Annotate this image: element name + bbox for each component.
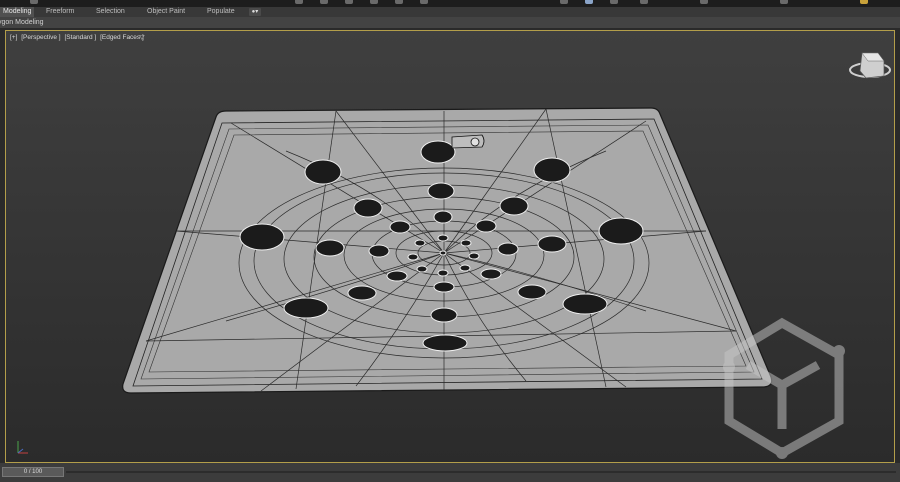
hole bbox=[315, 239, 345, 257]
viewcube-icon[interactable] bbox=[849, 52, 891, 79]
hole bbox=[468, 252, 480, 260]
toolbar-button[interactable] bbox=[295, 0, 303, 4]
toolbar-button[interactable] bbox=[585, 0, 593, 4]
hole bbox=[433, 210, 453, 224]
ribbon-subpanel: ygon Modeling bbox=[0, 17, 900, 28]
toolbar-button[interactable] bbox=[30, 0, 38, 4]
hole bbox=[414, 239, 426, 247]
tab-freeform[interactable]: Freeform bbox=[46, 7, 74, 17]
ribbon-tabs: Modeling Freeform Selection Object Paint… bbox=[0, 7, 900, 17]
toolbar-button[interactable] bbox=[700, 0, 708, 4]
hole bbox=[353, 198, 383, 218]
hole bbox=[533, 157, 571, 183]
hole bbox=[283, 297, 329, 319]
toolbar-button[interactable] bbox=[640, 0, 648, 4]
timeline-bar: 0 / 100 bbox=[0, 463, 900, 482]
toolbar-button[interactable] bbox=[860, 0, 868, 4]
hole bbox=[407, 253, 419, 261]
hole bbox=[499, 196, 529, 216]
tab-populate[interactable]: Populate bbox=[207, 7, 235, 17]
hole bbox=[304, 159, 342, 185]
hole bbox=[430, 307, 458, 323]
hole bbox=[497, 242, 519, 256]
toolbar-button[interactable] bbox=[395, 0, 403, 4]
hole bbox=[427, 182, 455, 200]
hole bbox=[437, 234, 449, 242]
hole bbox=[537, 235, 567, 253]
timeline-track[interactable] bbox=[66, 471, 896, 473]
hole bbox=[439, 250, 447, 256]
hole bbox=[460, 239, 472, 247]
top-toolbar bbox=[0, 0, 900, 7]
hole bbox=[416, 265, 428, 273]
toolbar-button[interactable] bbox=[320, 0, 328, 4]
hole bbox=[459, 264, 471, 272]
toolbar-button[interactable] bbox=[780, 0, 788, 4]
subpanel-label[interactable]: ygon Modeling bbox=[0, 17, 44, 28]
hole bbox=[475, 219, 497, 233]
hole bbox=[433, 281, 455, 293]
hole bbox=[368, 244, 390, 258]
hole bbox=[386, 270, 408, 282]
toolbar-button[interactable] bbox=[370, 0, 378, 4]
toolbar-button[interactable] bbox=[560, 0, 568, 4]
ribbon-options-icon[interactable]: ●▾ bbox=[249, 8, 261, 16]
hole bbox=[517, 284, 547, 300]
watermark-logo-icon bbox=[723, 317, 845, 459]
tab-modeling[interactable]: Modeling bbox=[0, 7, 35, 17]
toolbar-button[interactable] bbox=[420, 0, 428, 4]
time-slider[interactable]: 0 / 100 bbox=[2, 467, 64, 477]
toolbar-button[interactable] bbox=[345, 0, 353, 4]
toolbar-button[interactable] bbox=[610, 0, 618, 4]
hole bbox=[562, 293, 608, 315]
hole bbox=[437, 269, 449, 277]
drain-cover-model[interactable] bbox=[6, 31, 895, 463]
viewport-perspective[interactable]: [+] [Perspective ] [Standard ] [Edged Fa… bbox=[5, 30, 895, 463]
hole bbox=[598, 217, 644, 245]
hole bbox=[420, 140, 456, 164]
hole bbox=[389, 220, 411, 234]
hole bbox=[347, 285, 377, 301]
tab-object-paint[interactable]: Object Paint bbox=[147, 7, 185, 17]
hole bbox=[480, 268, 502, 280]
hole bbox=[422, 334, 468, 352]
hole bbox=[239, 223, 285, 251]
tab-selection[interactable]: Selection bbox=[96, 7, 125, 17]
axis-tripod-icon bbox=[17, 441, 28, 454]
